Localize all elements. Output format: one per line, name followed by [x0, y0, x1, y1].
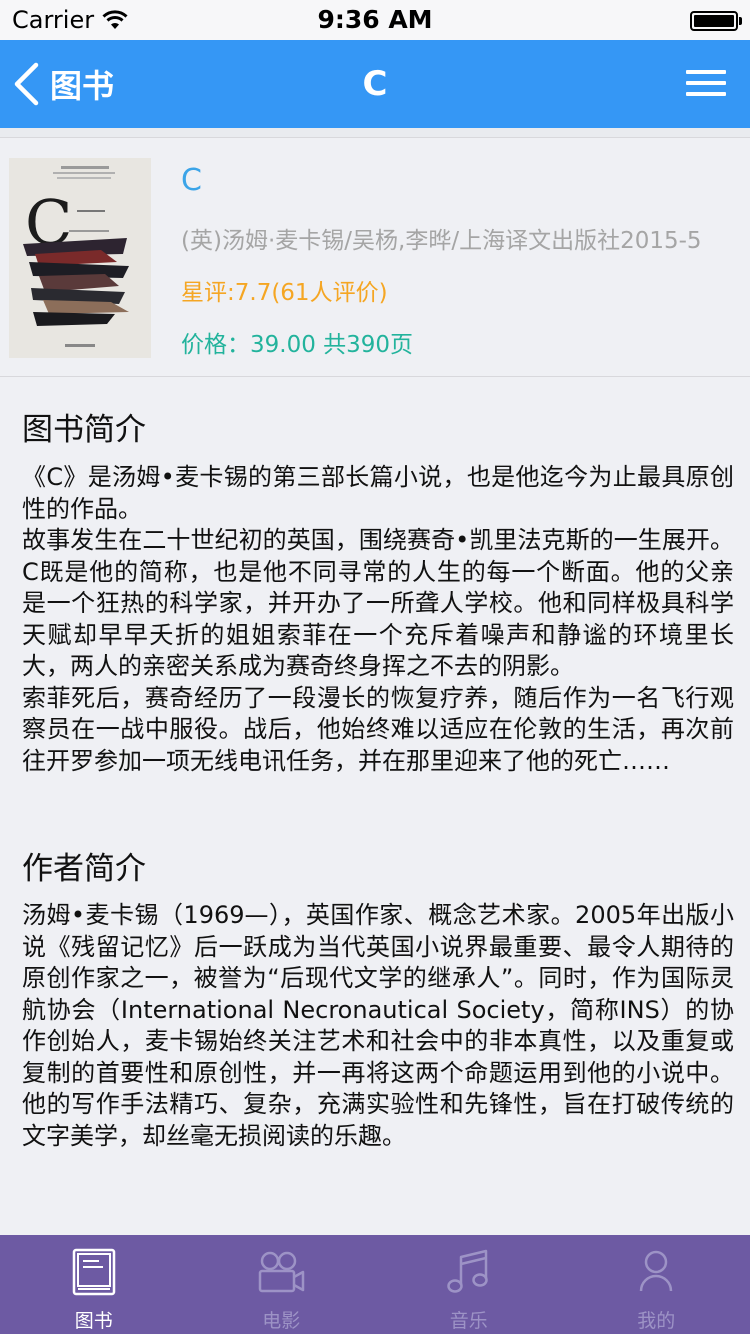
- tab-music-label: 音乐: [449, 1310, 488, 1332]
- book-cover-image[interactable]: C: [9, 158, 151, 358]
- book-header: C C (英)汤姆·麦卡锡/吴杨,李晔/上海译文出版社2015-5 星评:7.7…: [0, 139, 750, 377]
- header-divider: [0, 128, 750, 138]
- book-title: C: [181, 163, 202, 198]
- nav-bar: 图书 C: [0, 40, 750, 128]
- music-note-icon: [444, 1247, 494, 1297]
- intro-heading: 图书简介: [22, 412, 146, 448]
- hamburger-menu-icon[interactable]: [686, 70, 726, 98]
- book-meta: (英)汤姆·麦卡锡/吴杨,李晔/上海译文出版社2015-5: [181, 228, 702, 254]
- clock: 9:36 AM: [317, 5, 433, 34]
- tab-profile-label: 我的: [637, 1310, 676, 1332]
- back-button[interactable]: 图书: [12, 60, 114, 108]
- movie-camera-icon: [256, 1247, 306, 1297]
- user-icon: [631, 1247, 681, 1297]
- tab-music[interactable]: 音乐: [375, 1235, 563, 1334]
- book-icon: [69, 1247, 119, 1297]
- battery-icon: [690, 11, 738, 31]
- status-bar: Carrier 9:36 AM: [0, 0, 750, 40]
- tab-books[interactable]: 图书: [0, 1235, 188, 1334]
- author-text: 汤姆•麦卡锡（1969—），英国作家、概念艺术家。2005年出版小说《残留记忆》…: [22, 901, 734, 1150]
- author-heading: 作者简介: [22, 851, 146, 887]
- tab-bar: 图书 电影 音乐 我的: [0, 1235, 750, 1334]
- tab-movies[interactable]: 电影: [188, 1235, 376, 1334]
- book-price: 价格：39.00 共390页: [181, 332, 414, 358]
- chevron-left-icon: [14, 62, 39, 106]
- tab-books-label: 图书: [74, 1310, 113, 1332]
- battery-tip: [739, 17, 742, 25]
- tab-movies-label: 电影: [262, 1310, 301, 1332]
- tab-profile[interactable]: 我的: [563, 1235, 750, 1334]
- book-rating: 星评:7.7(61人评价): [181, 280, 388, 306]
- back-label: 图书: [50, 67, 115, 105]
- intro-text: 《C》是汤姆•麦卡锡的第三部长篇小说，也是他迄今为止最具原创性的作品。 故事发生…: [22, 463, 734, 775]
